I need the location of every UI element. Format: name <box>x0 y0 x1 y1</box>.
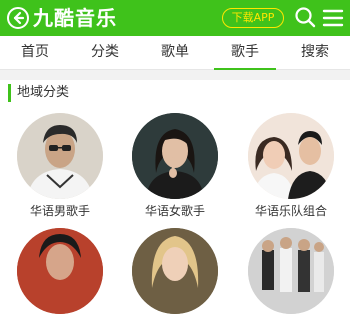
category-label: 华语乐队组合 <box>254 204 327 218</box>
nav-tabs: 首页 分类 歌单 歌手 搜索 <box>0 36 350 70</box>
download-app-button[interactable]: 下载APP <box>222 8 284 28</box>
category-item-chinese-female[interactable]: 华语女歌手 <box>120 113 230 219</box>
tab-singer[interactable]: 歌手 <box>210 36 280 70</box>
search-icon[interactable] <box>294 6 316 28</box>
singer-photo <box>17 228 103 314</box>
tab-search[interactable]: 搜索 <box>280 36 350 69</box>
app-logo[interactable]: 九酷音乐 <box>33 4 117 32</box>
category-item-row2-1[interactable] <box>5 228 115 318</box>
tab-home[interactable]: 首页 <box>0 36 70 69</box>
category-item-chinese-band[interactable]: 华语乐队组合 <box>236 113 346 219</box>
avatar[interactable] <box>17 228 103 314</box>
group-photo <box>248 228 334 314</box>
category-item-row2-3[interactable] <box>236 228 346 318</box>
category-item-chinese-male[interactable]: 华语男歌手 <box>5 113 115 219</box>
tab-playlist[interactable]: 歌单 <box>140 36 210 69</box>
section-separator <box>0 70 350 80</box>
category-label: 华语男歌手 <box>29 204 90 218</box>
group-photo <box>248 113 334 199</box>
app-header: 九酷音乐 下载APP <box>0 0 350 36</box>
back-arrow-circle-icon[interactable] <box>6 6 30 30</box>
category-item-row2-2[interactable] <box>120 228 230 318</box>
avatar[interactable] <box>132 113 218 199</box>
menu-icon[interactable] <box>322 7 344 29</box>
singer-photo <box>132 228 218 314</box>
avatar[interactable] <box>17 113 103 199</box>
singer-photo <box>17 113 103 199</box>
avatar[interactable] <box>248 228 334 314</box>
avatar[interactable] <box>248 113 334 199</box>
tab-category[interactable]: 分类 <box>70 36 140 69</box>
section-title: 地域分类 <box>8 84 69 102</box>
category-label: 华语女歌手 <box>144 204 205 218</box>
singer-photo <box>132 113 218 199</box>
avatar[interactable] <box>132 228 218 314</box>
